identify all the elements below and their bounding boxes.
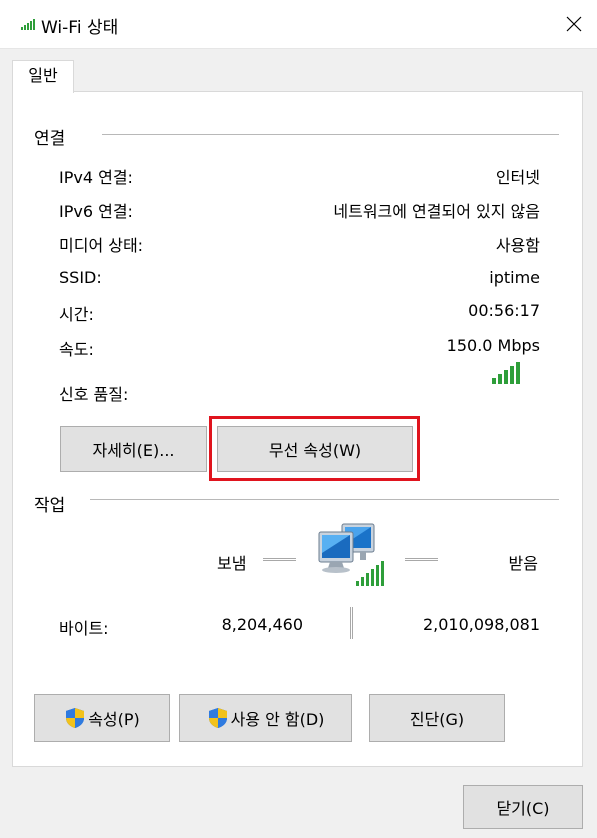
bytes-received-value: 2,010,098,081 bbox=[422, 615, 540, 634]
speed-label: 속도: bbox=[59, 340, 94, 359]
uac-shield-icon bbox=[66, 708, 85, 728]
received-line bbox=[405, 558, 438, 561]
properties-button-label: 속성(P) bbox=[88, 710, 140, 729]
bytes-label: 바이트: bbox=[59, 619, 109, 638]
activity-section-title: 작업 bbox=[34, 496, 66, 516]
bytes-divider bbox=[350, 607, 353, 639]
ssid-label: SSID: bbox=[59, 268, 102, 287]
close-icon bbox=[566, 16, 582, 32]
ipv6-value: 네트워크에 연결되어 있지 않음 bbox=[333, 202, 540, 221]
properties-button[interactable]: 속성(P) bbox=[34, 694, 170, 742]
signal-bar bbox=[516, 362, 520, 384]
wifi-signal-icon bbox=[21, 19, 35, 30]
duration-label: 시간: bbox=[59, 305, 94, 324]
signal-quality-label: 신호 품질: bbox=[59, 385, 129, 404]
close-window-button[interactable] bbox=[551, 0, 597, 48]
signal-bar bbox=[498, 374, 502, 384]
tab-general[interactable]: 일반 bbox=[12, 60, 74, 93]
close-button[interactable]: 닫기(C) bbox=[463, 785, 583, 829]
ipv6-label: IPv6 연결: bbox=[59, 202, 133, 221]
signal-strength-icon bbox=[492, 362, 520, 384]
highlight-box bbox=[209, 416, 420, 481]
connection-divider bbox=[102, 134, 559, 135]
network-computers-icon bbox=[318, 523, 384, 586]
ipv4-value: 인터넷 bbox=[495, 168, 540, 187]
media-state-label: 미디어 상태: bbox=[59, 236, 144, 255]
ipv4-label: IPv4 연결: bbox=[59, 168, 133, 187]
bytes-sent-value: 8,204,460 bbox=[221, 615, 303, 634]
disable-button-label: 사용 안 함(D) bbox=[230, 710, 325, 729]
speed-value: 150.0 Mbps bbox=[446, 336, 540, 355]
activity-divider bbox=[90, 499, 559, 500]
connection-section-title: 연결 bbox=[34, 129, 66, 149]
sent-label: 보냄 bbox=[217, 554, 247, 573]
ssid-value: iptime bbox=[489, 268, 540, 287]
diagnose-button[interactable]: 진단(G) bbox=[369, 694, 505, 742]
window-title: Wi-Fi 상태 bbox=[41, 18, 119, 38]
signal-bar bbox=[492, 378, 496, 384]
duration-value: 00:56:17 bbox=[468, 301, 540, 320]
title-bar: Wi-Fi 상태 bbox=[0, 0, 597, 49]
media-state-value: 사용함 bbox=[495, 236, 540, 255]
signal-bar bbox=[504, 370, 508, 384]
disable-button[interactable]: 사용 안 함(D) bbox=[179, 694, 352, 742]
signal-bar bbox=[510, 366, 514, 384]
received-label: 받음 bbox=[508, 554, 538, 573]
uac-shield-icon bbox=[208, 708, 227, 728]
sent-line bbox=[263, 558, 296, 561]
details-button[interactable]: 자세히(E)... bbox=[60, 426, 207, 472]
